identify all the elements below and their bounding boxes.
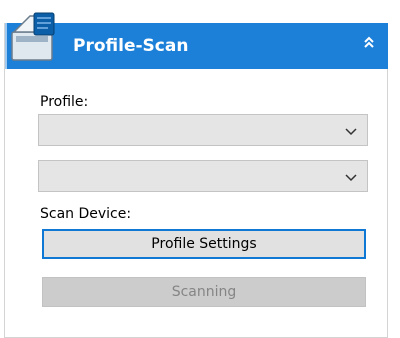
scan-device-label: Scan Device: (40, 206, 132, 222)
profile-label: Profile: (40, 94, 89, 110)
panel-title: Profile-Scan (73, 36, 189, 56)
scanning-button[interactable]: Scanning (42, 277, 366, 307)
scanner-icon (11, 12, 55, 61)
profile-select[interactable] (38, 114, 368, 146)
profile-scan-panel: Profile-Scan Profile: Scan Device: Profi… (4, 23, 388, 338)
profile-settings-button[interactable]: Profile Settings (42, 229, 366, 259)
double-chevron-up-icon (364, 36, 374, 48)
secondary-select[interactable] (38, 160, 368, 192)
chevron-down-icon (345, 174, 357, 182)
chevron-down-icon (345, 128, 357, 136)
collapse-button[interactable] (358, 31, 380, 53)
